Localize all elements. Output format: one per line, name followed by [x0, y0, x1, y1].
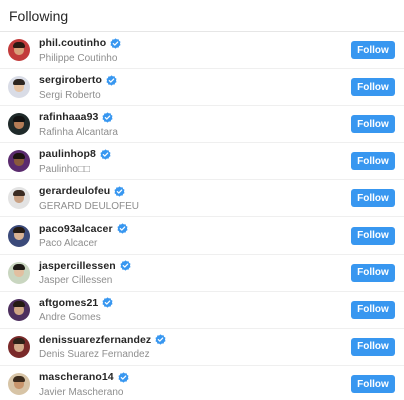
user-info: phil.coutinho Philippe Coutinho	[39, 36, 404, 65]
username-link[interactable]: sergiroberto	[39, 74, 102, 86]
full-name: Paulinho□□	[39, 163, 91, 175]
list-item: paulinhop8 Paulinho□□ Follow	[0, 143, 404, 181]
page-title: Following	[9, 7, 69, 24]
full-name: Andre Gomes	[39, 312, 101, 324]
username-line: phil.coutinho	[39, 36, 404, 51]
list-item: gerardeulofeu GERARD DEULOFEU Follow	[0, 180, 404, 218]
user-info: mascherano14 Javier Mascherano	[39, 370, 404, 399]
username-link[interactable]: mascherano14	[39, 371, 114, 383]
username-link[interactable]: paco93alcacer	[39, 223, 113, 235]
avatar[interactable]	[8, 150, 30, 173]
follow-button[interactable]: Follow	[351, 115, 395, 134]
username-line: paco93alcacer	[39, 221, 404, 236]
list-item: aftgomes21 Andre Gomes Follow	[0, 292, 404, 329]
avatar[interactable]	[8, 39, 30, 62]
avatar[interactable]	[8, 373, 30, 396]
verified-badge-icon	[155, 334, 166, 345]
following-header: Following	[0, 0, 404, 32]
follow-button[interactable]: Follow	[351, 189, 395, 208]
username-link[interactable]: paulinhop8	[39, 148, 96, 160]
username-line: mascherano14	[39, 370, 404, 385]
username-line: sergiroberto	[39, 73, 404, 88]
follow-button[interactable]: Follow	[351, 78, 395, 97]
verified-badge-icon	[100, 149, 111, 160]
following-list: phil.coutinho Philippe Coutinho Follow serg…	[0, 32, 404, 400]
user-info: sergiroberto Sergi Roberto	[39, 73, 404, 102]
username-link[interactable]: rafinhaaa93	[39, 111, 98, 123]
user-info: aftgomes21 Andre Gomes	[39, 295, 404, 324]
avatar[interactable]	[8, 187, 30, 210]
full-name: Paco Alcacer	[39, 238, 98, 250]
avatar[interactable]	[8, 298, 30, 321]
verified-badge-icon	[118, 372, 129, 383]
username-line: denissuarezfernandez	[39, 332, 404, 347]
user-info: gerardeulofeu GERARD DEULOFEU	[39, 184, 404, 213]
full-name: Sergi Roberto	[39, 89, 101, 101]
username-line: paulinhop8	[39, 147, 404, 162]
follow-button[interactable]: Follow	[351, 337, 395, 356]
avatar[interactable]	[8, 113, 30, 136]
list-item: denissuarezfernandez Denis Suarez Fernand…	[0, 329, 404, 366]
list-item: jaspercillessen Jasper Cillessen Follow	[0, 255, 404, 292]
list-item: sergiroberto Sergi Roberto Follow	[0, 69, 404, 107]
avatar[interactable]	[8, 76, 30, 99]
avatar[interactable]	[8, 261, 30, 284]
verified-badge-icon	[102, 297, 113, 308]
username-link[interactable]: phil.coutinho	[39, 37, 106, 49]
follow-button[interactable]: Follow	[351, 226, 395, 245]
full-name: Philippe Coutinho	[39, 52, 118, 64]
username-line: gerardeulofeu	[39, 184, 404, 199]
username-link[interactable]: aftgomes21	[39, 297, 98, 309]
follow-button[interactable]: Follow	[351, 263, 395, 282]
verified-badge-icon	[106, 75, 117, 86]
follow-button[interactable]: Follow	[351, 375, 395, 394]
user-info: jaspercillessen Jasper Cillessen	[39, 258, 404, 287]
following-panel: Following phil.coutinho Philippe Coutinho…	[0, 0, 404, 400]
verified-badge-icon	[117, 223, 128, 234]
username-line: aftgomes21	[39, 295, 404, 310]
username-line: jaspercillessen	[39, 258, 404, 273]
verified-badge-icon	[114, 186, 125, 197]
follow-button[interactable]: Follow	[351, 41, 395, 60]
verified-badge-icon	[120, 260, 131, 271]
full-name: GERARD DEULOFEU	[39, 200, 140, 212]
username-line: rafinhaaa93	[39, 110, 404, 125]
follow-button[interactable]: Follow	[351, 152, 395, 171]
verified-badge-icon	[102, 112, 113, 123]
user-info: denissuarezfernandez Denis Suarez Fernand…	[39, 332, 404, 361]
verified-badge-icon	[110, 37, 121, 49]
list-item: mascherano14 Javier Mascherano Follow	[0, 366, 404, 400]
username-link[interactable]: jaspercillessen	[39, 260, 116, 272]
full-name: Javier Mascherano	[39, 386, 124, 398]
list-item: phil.coutinho Philippe Coutinho Follow	[0, 32, 404, 70]
username-link[interactable]: denissuarezfernandez	[39, 334, 151, 346]
list-item: rafinhaaa93 Rafinha Alcantara Follow	[0, 106, 404, 144]
full-name: Rafinha Alcantara	[39, 126, 118, 138]
follow-button[interactable]: Follow	[351, 300, 395, 319]
full-name: Denis Suarez Fernandez	[39, 349, 150, 361]
avatar[interactable]	[8, 224, 30, 247]
user-info: paco93alcacer Paco Alcacer	[39, 221, 404, 250]
avatar[interactable]	[8, 335, 30, 358]
user-info: paulinhop8 Paulinho□□	[39, 147, 404, 176]
list-item: paco93alcacer Paco Alcacer Follow	[0, 217, 404, 255]
username-link[interactable]: gerardeulofeu	[39, 185, 110, 197]
full-name: Jasper Cillessen	[39, 275, 113, 287]
user-info: rafinhaaa93 Rafinha Alcantara	[39, 110, 404, 139]
